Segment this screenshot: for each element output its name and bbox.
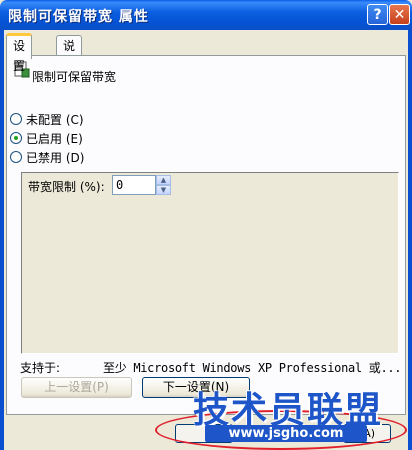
radio-circle[interactable] xyxy=(10,113,22,125)
watermark-url: www.jsgho.com xyxy=(205,425,367,442)
spin-up-icon[interactable]: ▲ xyxy=(156,175,171,185)
radio-circle[interactable] xyxy=(10,151,22,163)
radio-enabled[interactable]: 已启用 (E) xyxy=(10,130,83,146)
window-title: 限制可保留带宽 属性 xyxy=(8,9,149,25)
policy-title: 限制可保留带宽 xyxy=(32,70,117,84)
radio-circle-checked[interactable] xyxy=(10,132,22,144)
spin-down-icon[interactable]: ▼ xyxy=(156,185,171,195)
tab-settings[interactable]: 设置 xyxy=(6,33,33,73)
close-button[interactable]: ✕ xyxy=(389,4,410,25)
help-button[interactable]: ? xyxy=(367,4,388,25)
bandwidth-spinner[interactable]: ▲ ▼ xyxy=(156,175,171,195)
tab-explain[interactable]: 说明 xyxy=(56,35,83,73)
radio-disabled[interactable]: 已禁用 (D) xyxy=(10,149,84,165)
window-frame-right xyxy=(408,30,412,450)
radio-label: 已禁用 (D) xyxy=(26,150,85,165)
support-label: 支持于: xyxy=(20,361,61,375)
options-area xyxy=(21,172,399,354)
radio-label: 未配置 (C) xyxy=(26,112,84,127)
radio-label: 已启用 (E) xyxy=(26,131,83,146)
window-frame-left xyxy=(0,30,4,450)
radio-not-configured[interactable]: 未配置 (C) xyxy=(10,111,84,127)
title-bar: 限制可保留带宽 属性 ? ✕ xyxy=(0,0,412,30)
prev-setting-button[interactable]: 上一设置(P) xyxy=(21,377,132,398)
bandwidth-input[interactable]: 0 xyxy=(112,175,156,195)
bandwidth-label: 带宽限制 (%): xyxy=(28,180,105,194)
support-text: 至少 Microsoft Windows XP Professional 或..… xyxy=(103,361,402,375)
